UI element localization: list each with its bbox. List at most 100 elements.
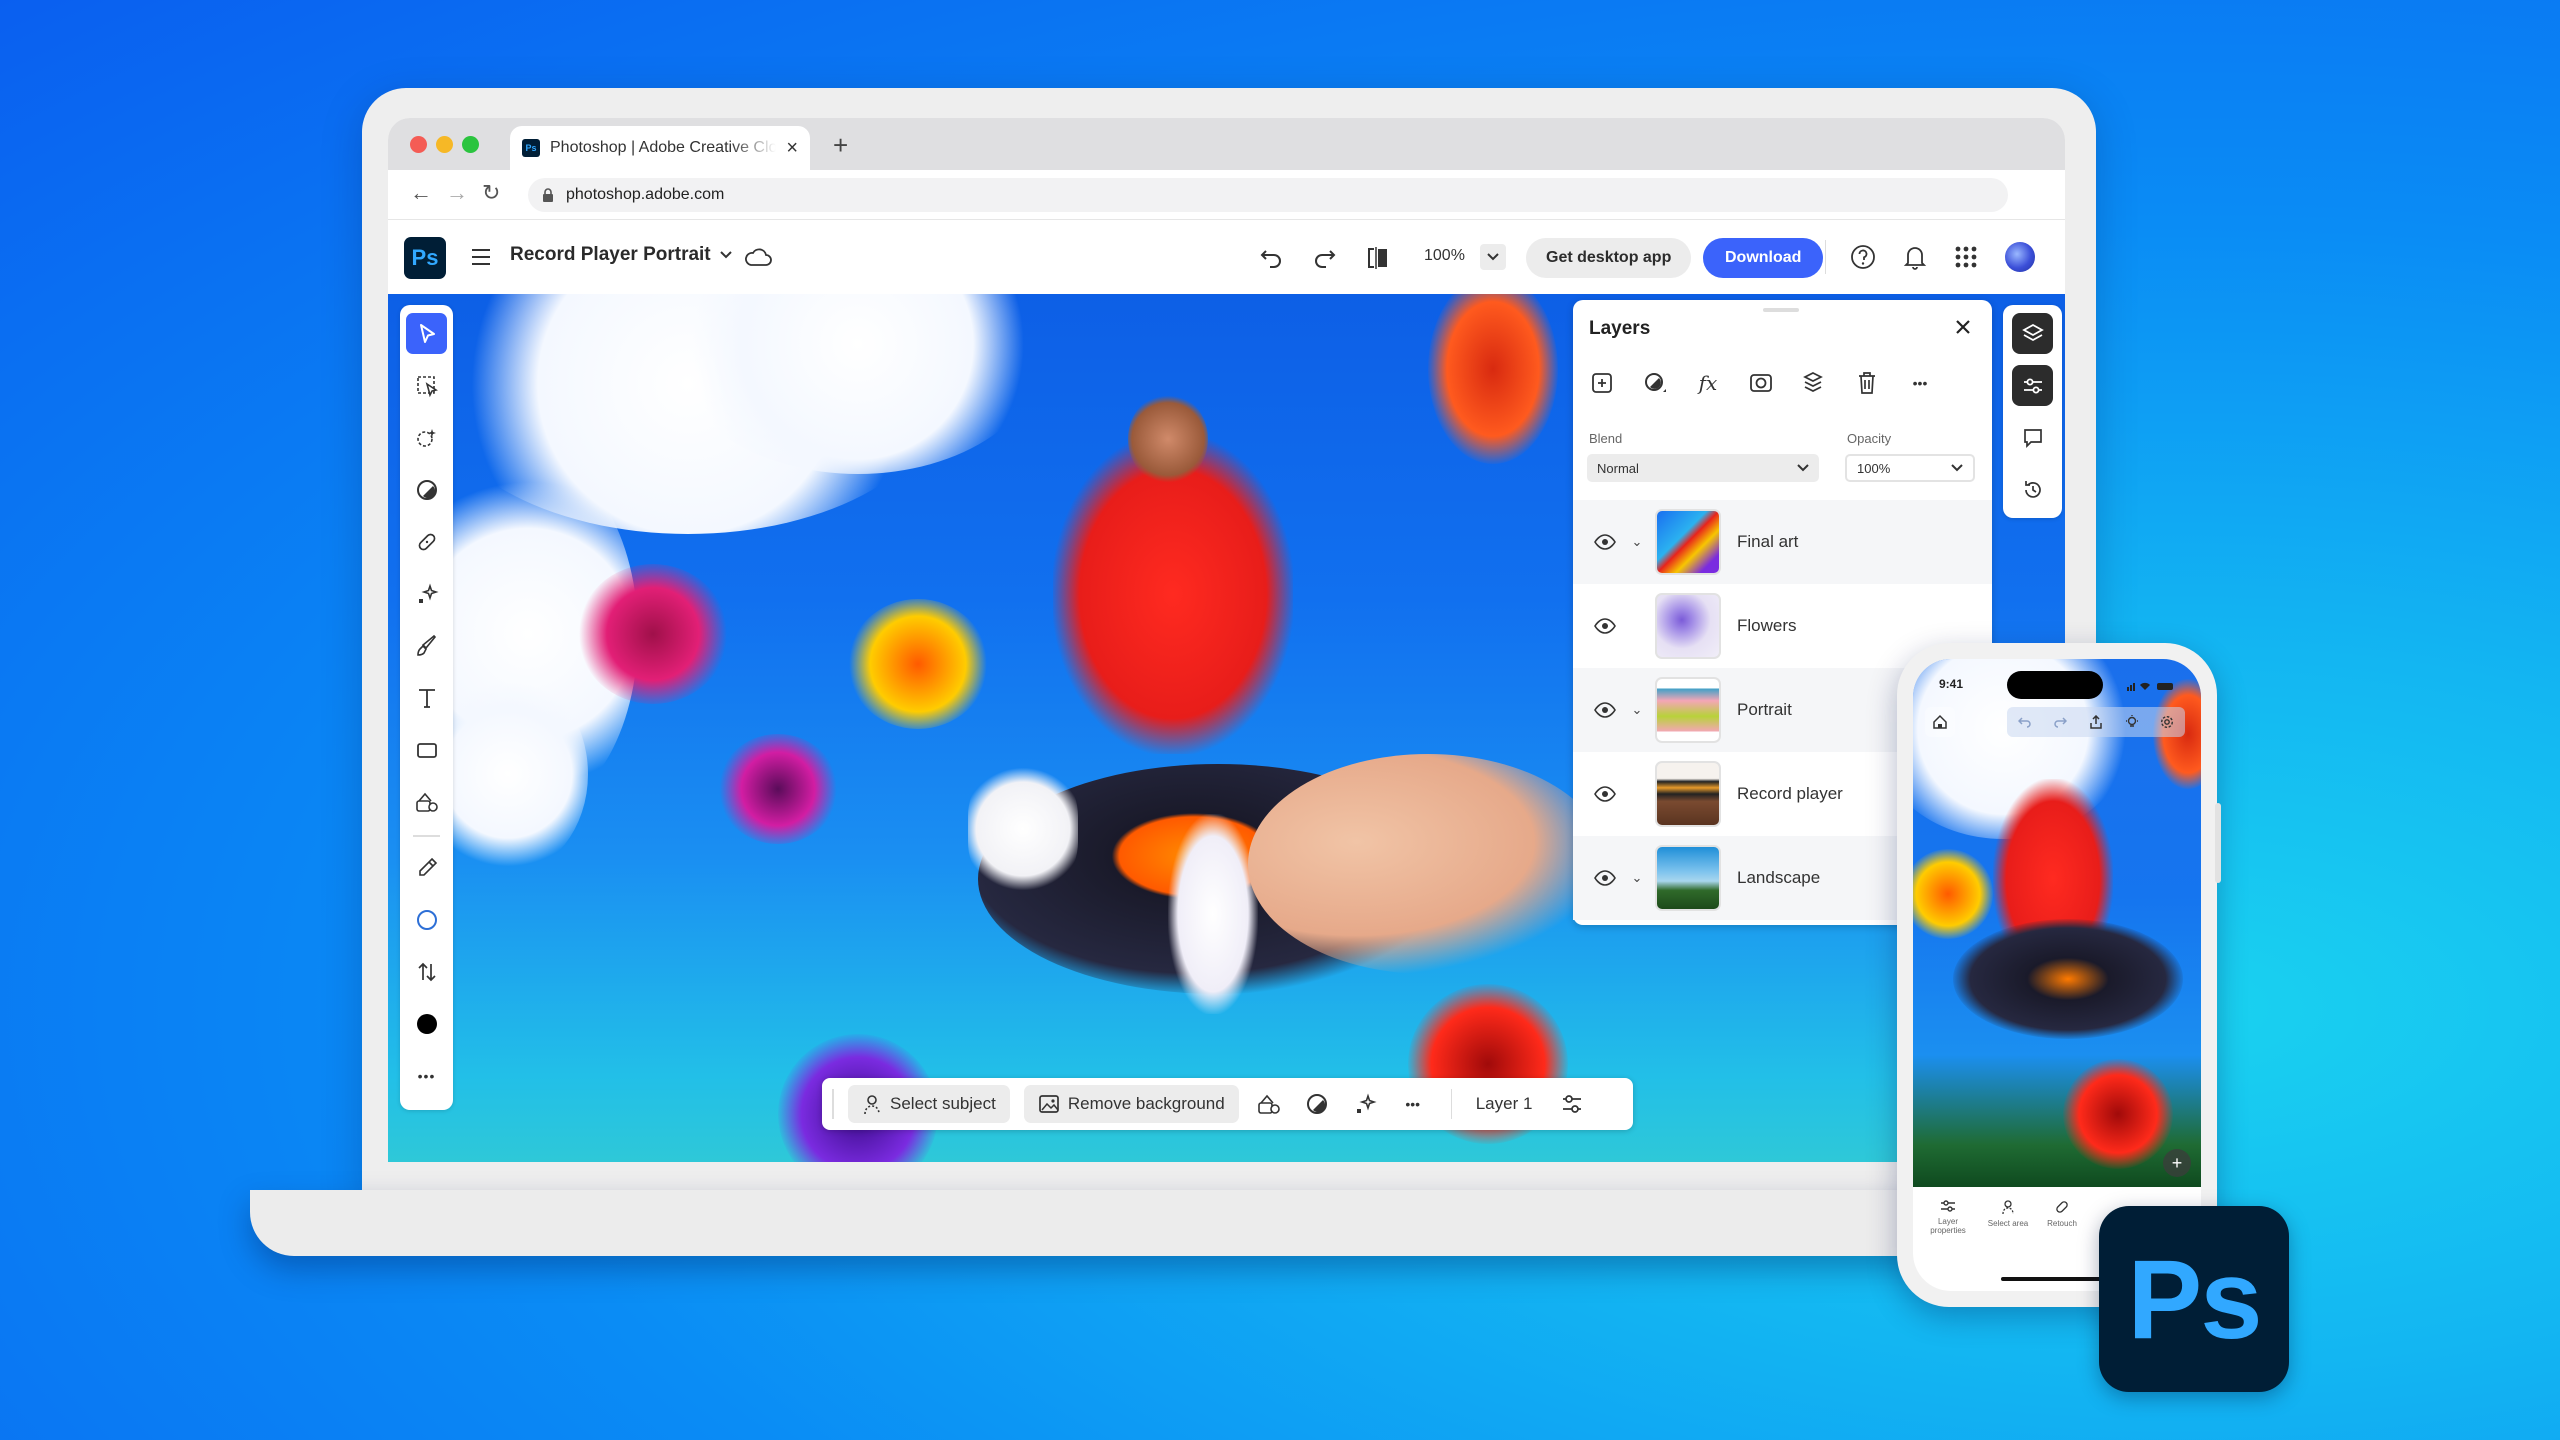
undo-icon[interactable] xyxy=(2017,716,2032,728)
download-button[interactable]: Download xyxy=(1703,238,1824,278)
layer-properties-action[interactable]: Layer properties xyxy=(1927,1199,1969,1235)
black-dot-icon xyxy=(416,1013,437,1034)
user-avatar[interactable] xyxy=(2005,242,2035,272)
reload-button[interactable]: ↻ xyxy=(482,180,500,206)
redo-icon[interactable] xyxy=(1312,247,1336,269)
place-image-icon[interactable] xyxy=(1249,1092,1289,1116)
add-layer-icon[interactable] xyxy=(1589,370,1615,396)
layers-panel-toggle[interactable] xyxy=(2012,313,2053,354)
visibility-eye-icon[interactable] xyxy=(1585,786,1625,802)
retouch-action[interactable]: Retouch xyxy=(2039,1199,2085,1228)
adjustment-layer-icon[interactable] xyxy=(1642,370,1668,396)
brush-tool[interactable] xyxy=(406,625,447,666)
document-title-menu[interactable]: Record Player Portrait xyxy=(510,244,733,266)
notifications-bell-icon[interactable] xyxy=(1903,243,1927,271)
apps-grid-icon[interactable] xyxy=(1955,246,1977,268)
visibility-eye-icon[interactable] xyxy=(1585,702,1625,718)
zoom-dropdown[interactable] xyxy=(1480,244,1506,270)
yellow-flower-art xyxy=(1913,849,1993,939)
minimize-window-button[interactable] xyxy=(436,136,453,153)
photoshop-brand-badge: Ps xyxy=(2099,1206,2289,1392)
zoom-level[interactable]: 100% xyxy=(1424,247,1465,265)
browser-tab[interactable]: Ps Photoshop | Adobe Creative Cloud × xyxy=(510,126,810,170)
select-subject-icon xyxy=(864,1095,880,1115)
more-options-icon[interactable]: ••• xyxy=(1907,370,1933,396)
foreground-color-swatch[interactable] xyxy=(406,899,447,940)
hamburger-menu-icon[interactable] xyxy=(470,248,492,266)
visibility-eye-icon[interactable] xyxy=(1585,618,1625,634)
url-bar[interactable]: photoshop.adobe.com xyxy=(528,178,2008,212)
blend-mode-select[interactable]: Normal xyxy=(1587,454,1819,482)
home-button[interactable] xyxy=(1925,707,1955,737)
layer-actions: fx ••• xyxy=(1589,370,1933,396)
fx-effects-icon[interactable]: fx xyxy=(1695,370,1721,396)
active-layer-name[interactable]: Layer 1 xyxy=(1476,1094,1533,1114)
adjustment-tool[interactable] xyxy=(406,469,447,510)
expand-chevron-icon[interactable]: ⌄ xyxy=(1625,702,1649,718)
get-desktop-app-button[interactable]: Get desktop app xyxy=(1526,238,1692,278)
visibility-eye-icon[interactable] xyxy=(1585,870,1625,886)
history-panel-toggle[interactable] xyxy=(2012,469,2053,510)
close-window-button[interactable] xyxy=(410,136,427,153)
redo-icon[interactable] xyxy=(2053,716,2068,728)
layer-row[interactable]: ⌄ Final art xyxy=(1573,500,1992,584)
adjustment-icon[interactable] xyxy=(1297,1092,1337,1116)
action-label: Select area xyxy=(1987,1219,2029,1228)
opacity-select[interactable]: 100% xyxy=(1845,454,1975,482)
cloud-icon[interactable] xyxy=(744,246,772,268)
more-actions-button[interactable]: ••• xyxy=(1393,1096,1433,1112)
expand-chevron-icon[interactable]: ⌄ xyxy=(1625,870,1649,886)
forward-button[interactable]: → xyxy=(446,180,468,206)
canvas-area[interactable]: ••• Layers fx ••• Blend Normal Opacity 1… xyxy=(388,294,2065,1162)
undo-icon[interactable] xyxy=(1260,247,1284,269)
photoshop-favicon-icon: Ps xyxy=(522,139,540,157)
add-button[interactable]: + xyxy=(2163,1149,2191,1177)
photoshop-logo[interactable]: Ps xyxy=(404,237,446,279)
image-tool[interactable] xyxy=(406,781,447,822)
quick-selection-tool[interactable] xyxy=(406,417,447,458)
panel-drag-handle[interactable] xyxy=(1763,308,1799,312)
close-tab-icon[interactable]: × xyxy=(786,137,798,160)
type-tool[interactable] xyxy=(406,677,447,718)
delete-layer-icon[interactable] xyxy=(1854,370,1880,396)
new-tab-button[interactable]: + xyxy=(833,130,848,161)
maximize-window-button[interactable] xyxy=(462,136,479,153)
shape-tool[interactable] xyxy=(406,729,447,770)
tools-panel: ••• xyxy=(400,305,453,1110)
eyedropper-tool[interactable] xyxy=(406,847,447,888)
background-color-swatch[interactable] xyxy=(406,1003,447,1044)
more-tools-button[interactable]: ••• xyxy=(406,1055,447,1096)
remove-background-icon xyxy=(1038,1095,1059,1113)
expand-chevron-icon[interactable]: ⌄ xyxy=(1625,534,1649,550)
compare-view-icon[interactable] xyxy=(1366,246,1390,270)
help-icon[interactable] xyxy=(1850,244,1876,270)
move-tool[interactable] xyxy=(406,313,447,354)
comments-panel-toggle[interactable] xyxy=(2012,417,2053,458)
select-area-action[interactable]: Select area xyxy=(1983,1199,2033,1228)
tab-title: Photoshop | Adobe Creative Cloud xyxy=(550,139,777,156)
lightbulb-icon[interactable] xyxy=(2125,715,2139,729)
layer-mask-icon[interactable] xyxy=(1748,370,1774,396)
generative-fill-tool[interactable] xyxy=(406,573,447,614)
back-button[interactable]: ← xyxy=(410,180,432,206)
select-subject-button[interactable]: Select subject xyxy=(848,1085,1010,1123)
layer-name: Record player xyxy=(1737,784,1843,803)
visibility-eye-icon[interactable] xyxy=(1585,534,1625,550)
phone-canvas[interactable]: 9:41 + xyxy=(1913,659,2201,1187)
orange-tulip-art xyxy=(1428,294,1558,464)
settings-gear-icon[interactable] xyxy=(2160,715,2174,729)
layer-stack-icon[interactable] xyxy=(1801,370,1827,396)
properties-panel-toggle[interactable] xyxy=(2012,365,2053,406)
object-selection-tool[interactable] xyxy=(406,365,447,406)
close-panel-icon[interactable] xyxy=(1954,318,1972,336)
share-icon[interactable] xyxy=(2089,715,2103,729)
generative-fill-icon[interactable] xyxy=(1345,1092,1385,1116)
healing-brush-tool[interactable] xyxy=(406,521,447,562)
header-divider xyxy=(1825,240,1826,274)
pointer-icon xyxy=(419,323,435,343)
remove-background-label: Remove background xyxy=(1067,1094,1225,1113)
drag-handle[interactable] xyxy=(832,1089,834,1119)
layer-properties-icon[interactable] xyxy=(1552,1092,1592,1116)
swap-colors-button[interactable] xyxy=(406,951,447,992)
remove-background-button[interactable]: Remove background xyxy=(1023,1085,1239,1123)
